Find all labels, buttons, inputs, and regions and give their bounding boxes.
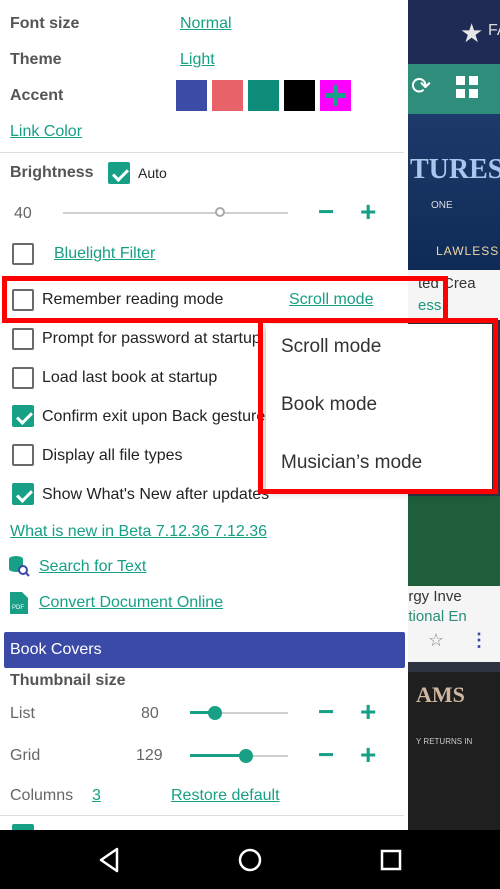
plus-icon [325, 85, 346, 106]
thumbnail-size-label: Thumbnail size [10, 672, 126, 689]
refresh-icon: ⟳ [410, 73, 432, 100]
home-circle-icon[interactable] [237, 847, 263, 873]
accent-swatch-teal[interactable] [248, 80, 279, 111]
show-whats-new-label: Show What's New after updates [42, 486, 270, 503]
bluelight-filter-link[interactable]: Bluelight Filter [54, 245, 155, 263]
list-decrease-icon[interactable]: − [318, 698, 334, 726]
link-color-link[interactable]: Link Color [10, 123, 82, 141]
brightness-auto-label: Auto [138, 165, 167, 181]
confirm-exit-label: Confirm exit upon Back gesture [42, 408, 266, 425]
restore-default-link[interactable]: Restore default [171, 787, 280, 805]
back-triangle-icon[interactable] [97, 847, 123, 873]
display-all-types-checkbox[interactable] [12, 444, 34, 466]
load-last-book-label: Load last book at startup [42, 369, 218, 386]
font-size-label: Font size [10, 15, 80, 32]
accent-swatch-black[interactable] [284, 80, 315, 111]
brightness-slider[interactable] [63, 212, 288, 214]
grid-size-slider-knob[interactable] [239, 749, 253, 763]
accent-swatch-blue[interactable] [176, 80, 207, 111]
brightness-auto-checkbox[interactable] [108, 162, 130, 184]
columns-value-link[interactable]: 3 [92, 787, 101, 805]
grid-label: Grid [10, 747, 41, 764]
brightness-value: 40 [14, 205, 32, 222]
prompt-password-label: Prompt for password at startup [42, 330, 261, 347]
list-label: List [10, 705, 35, 722]
convert-document-link[interactable]: Convert Document Online [39, 594, 223, 612]
divider [0, 815, 404, 816]
accent-swatch-magenta[interactable] [320, 80, 351, 111]
brightness-decrease-icon[interactable]: − [318, 198, 334, 226]
background-topbar: ★ FA [400, 0, 500, 64]
brightness-label: Brightness [10, 164, 94, 181]
font-size-value-link[interactable]: Normal [180, 15, 232, 33]
recents-square-icon[interactable] [378, 847, 404, 873]
columns-label: Columns [10, 787, 74, 804]
pdf-document-icon: PDF [9, 591, 29, 620]
book-cover: TURES ONE LAWLESS [406, 114, 500, 274]
accent-swatch-red[interactable] [212, 80, 243, 111]
divider [0, 152, 404, 153]
bluelight-filter-checkbox[interactable] [12, 243, 34, 265]
prompt-password-checkbox[interactable] [12, 328, 34, 350]
theme-value-link[interactable]: Light [180, 51, 215, 69]
confirm-exit-checkbox[interactable] [12, 405, 34, 427]
grid-decrease-icon[interactable]: − [318, 741, 334, 769]
search-database-icon [8, 555, 30, 582]
theme-label: Theme [10, 51, 62, 68]
list-increase-icon[interactable]: + [360, 698, 376, 726]
book-cover [406, 496, 500, 586]
background-tab-label: FA [488, 22, 500, 39]
grid-increase-icon[interactable]: + [360, 741, 376, 769]
book-card: ergy Inve ational En ☆ ⋮ [400, 586, 500, 662]
book-cover: AMS Y RETURNS IN [406, 672, 500, 830]
load-last-book-checkbox[interactable] [12, 367, 34, 389]
brightness-increase-icon[interactable]: + [360, 198, 376, 226]
brightness-slider-knob[interactable] [215, 207, 225, 217]
grid-view-icon [450, 70, 484, 104]
book-covers-section-header: Book Covers [4, 632, 405, 668]
search-text-link[interactable]: Search for Text [39, 558, 146, 576]
highlight-reading-mode-menu [258, 318, 498, 494]
svg-text:PDF: PDF [12, 605, 24, 611]
list-value: 80 [141, 705, 159, 722]
show-whats-new-checkbox[interactable] [12, 483, 34, 505]
grid-value: 129 [136, 747, 163, 764]
whats-new-link[interactable]: What is new in Beta 7.12.36 7.12.36 [10, 523, 267, 541]
star-outline-icon: ☆ [428, 630, 445, 650]
accent-label: Accent [10, 87, 64, 104]
more-vert-icon: ⋮ [470, 630, 488, 650]
navigation-bar [0, 830, 500, 889]
display-all-types-label: Display all file types [42, 447, 183, 464]
highlight-remember-reading-mode [2, 276, 448, 323]
grid-size-slider-fill [190, 754, 245, 757]
list-size-slider-knob[interactable] [208, 706, 222, 720]
star-icon: ★ [460, 18, 484, 48]
